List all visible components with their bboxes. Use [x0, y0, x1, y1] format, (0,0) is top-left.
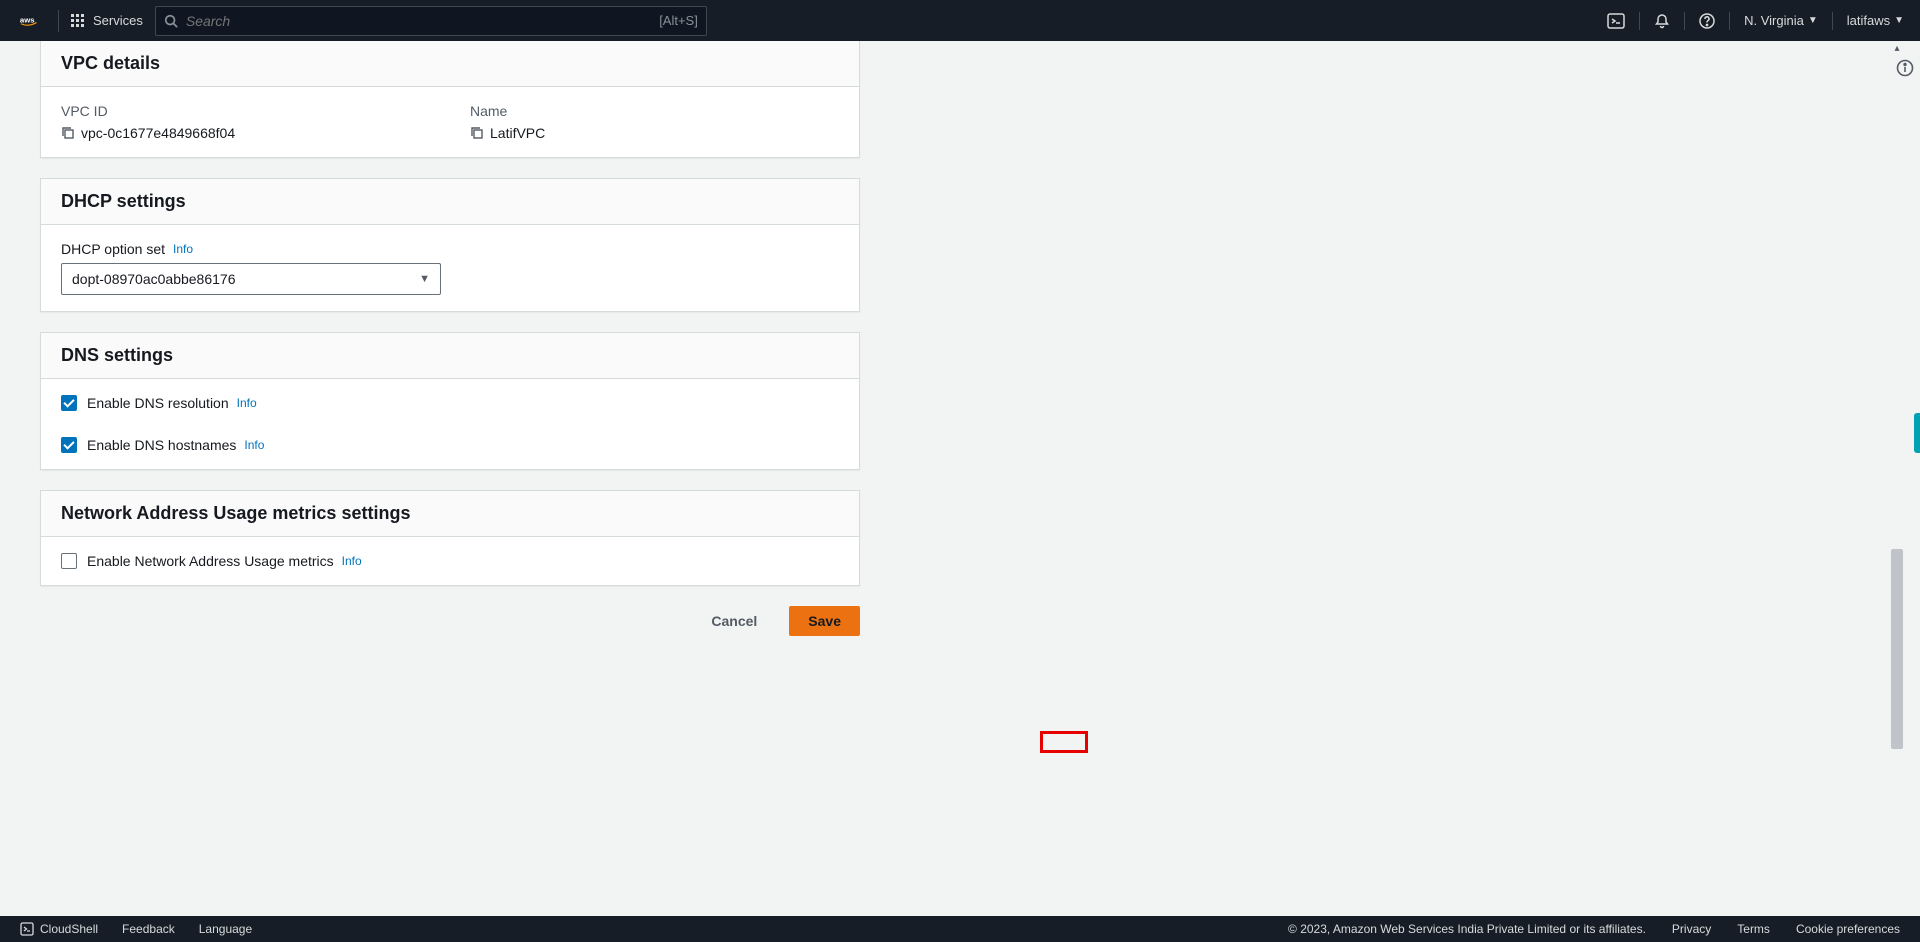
search-input[interactable] — [186, 13, 651, 29]
cloudshell-label: CloudShell — [40, 922, 98, 936]
dns-settings-panel: DNS settings Enable DNS resolution Info … — [40, 332, 860, 470]
divider — [1639, 12, 1640, 30]
enable-dns-hostnames-checkbox[interactable] — [61, 437, 77, 453]
dhcp-option-set-value: dopt-08970ac0abbe86176 — [72, 271, 236, 287]
cookie-preferences-link[interactable]: Cookie preferences — [1796, 922, 1900, 936]
dhcp-option-set-select[interactable]: dopt-08970ac0abbe86176 ▼ — [61, 263, 441, 295]
divider — [58, 10, 59, 32]
save-button[interactable]: Save — [789, 606, 860, 636]
copy-icon[interactable] — [61, 126, 75, 140]
info-link[interactable]: Info — [237, 396, 257, 410]
vpc-name-value: LatifVPC — [490, 125, 545, 141]
dns-settings-title: DNS settings — [61, 345, 839, 366]
cloudshell-button[interactable]: CloudShell — [20, 922, 98, 936]
bell-icon[interactable] — [1654, 13, 1670, 29]
language-link[interactable]: Language — [199, 922, 252, 936]
svg-text:aws: aws — [20, 16, 35, 25]
dhcp-settings-title: DHCP settings — [61, 191, 839, 212]
enable-nau-metrics-label: Enable Network Address Usage metrics — [87, 553, 334, 569]
footer: CloudShell Feedback Language © 2023, Ama… — [0, 916, 1920, 942]
vpc-name-label: Name — [470, 103, 839, 119]
enable-dns-resolution-checkbox[interactable] — [61, 395, 77, 411]
scroll-up-icon[interactable]: ▴ — [1890, 41, 1904, 55]
divider — [1729, 12, 1730, 30]
terms-link[interactable]: Terms — [1737, 922, 1770, 936]
nau-metrics-panel: Network Address Usage metrics settings E… — [40, 490, 860, 586]
copyright-text: © 2023, Amazon Web Services India Privat… — [1288, 922, 1646, 936]
enable-dns-resolution-label: Enable DNS resolution — [87, 395, 229, 411]
region-selector[interactable]: N. Virginia ▼ — [1744, 13, 1818, 28]
dhcp-option-set-label: DHCP option set — [61, 241, 165, 257]
grid-icon — [71, 14, 85, 28]
cancel-button[interactable]: Cancel — [693, 606, 775, 636]
privacy-link[interactable]: Privacy — [1672, 922, 1711, 936]
account-menu[interactable]: latifaws ▼ — [1847, 13, 1904, 28]
info-link[interactable]: Info — [342, 554, 362, 568]
cloudshell-icon[interactable] — [1607, 12, 1625, 30]
services-label: Services — [93, 13, 143, 28]
search-icon — [164, 14, 178, 28]
vpc-details-title: VPC details — [61, 53, 839, 74]
aws-logo[interactable]: aws — [16, 16, 46, 26]
search-bar[interactable]: [Alt+S] — [155, 6, 707, 36]
enable-dns-hostnames-label: Enable DNS hostnames — [87, 437, 236, 453]
dhcp-settings-panel: DHCP settings DHCP option set Info dopt-… — [40, 178, 860, 312]
main-content: VPC details VPC ID vpc-0c1677e4849668f04 — [0, 41, 1920, 916]
region-label: N. Virginia — [1744, 13, 1804, 28]
caret-down-icon: ▼ — [419, 273, 430, 285]
services-menu[interactable]: Services — [71, 13, 143, 28]
account-label: latifaws — [1847, 13, 1890, 28]
help-icon[interactable] — [1699, 13, 1715, 29]
side-tab[interactable] — [1914, 413, 1920, 453]
caret-down-icon: ▼ — [1894, 15, 1904, 26]
annotation-box — [1040, 731, 1088, 753]
divider — [1832, 12, 1833, 30]
search-hint: [Alt+S] — [659, 13, 698, 28]
vpc-id-label: VPC ID — [61, 103, 430, 119]
copy-icon[interactable] — [470, 126, 484, 140]
enable-nau-metrics-checkbox[interactable] — [61, 553, 77, 569]
nau-metrics-title: Network Address Usage metrics settings — [61, 503, 839, 524]
caret-down-icon: ▼ — [1808, 15, 1818, 26]
divider — [1684, 12, 1685, 30]
vpc-id-value: vpc-0c1677e4849668f04 — [81, 125, 235, 141]
info-panel-toggle[interactable] — [1890, 59, 1920, 77]
vpc-details-panel: VPC details VPC ID vpc-0c1677e4849668f04 — [40, 41, 860, 158]
top-nav: aws Services [Alt+S] N. Virginia ▼ — [0, 0, 1920, 41]
feedback-link[interactable]: Feedback — [122, 922, 175, 936]
info-link[interactable]: Info — [244, 438, 264, 452]
scroll-thumb[interactable] — [1891, 549, 1903, 749]
scrollbar[interactable]: ▴ — [1890, 41, 1904, 916]
info-link[interactable]: Info — [173, 242, 193, 256]
